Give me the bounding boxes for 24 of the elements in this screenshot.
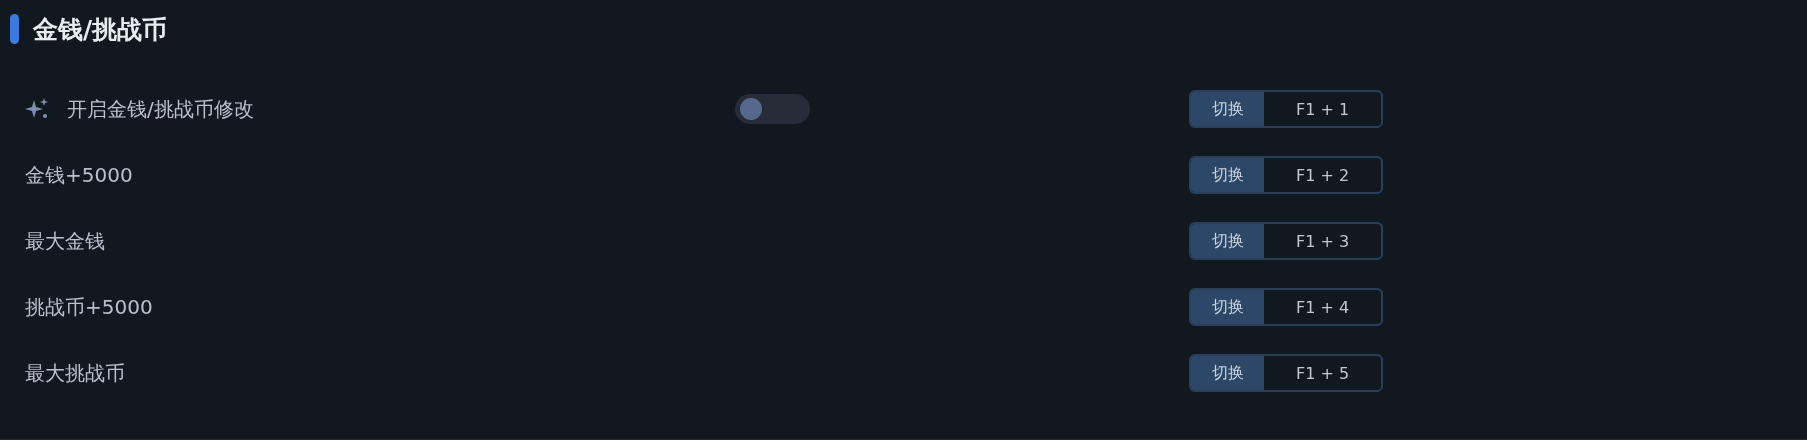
section-title: 金钱/挑战币 <box>33 13 168 46</box>
accent-bar <box>10 14 19 44</box>
option-label: 开启金钱/挑战币修改 <box>67 95 254 123</box>
hotkey-action: 切换 <box>1191 224 1264 258</box>
hotkey-keys: F1 + 4 <box>1264 290 1381 324</box>
hotkey-keys: F1 + 3 <box>1264 224 1381 258</box>
hotkey-action: 切换 <box>1191 92 1264 126</box>
option-label: 最大金钱 <box>25 227 105 255</box>
hotkey-control[interactable]: 切换 F1 + 1 <box>1189 90 1383 128</box>
hotkey-action: 切换 <box>1191 356 1264 390</box>
hotkey-keys: F1 + 5 <box>1264 356 1381 390</box>
hotkey-control[interactable]: 切换 F1 + 4 <box>1189 288 1383 326</box>
hotkey-keys: F1 + 1 <box>1264 92 1381 126</box>
hotkey-control[interactable]: 切换 F1 + 3 <box>1189 222 1383 260</box>
hotkey-control[interactable]: 切换 F1 + 5 <box>1189 354 1383 392</box>
toggle-switch[interactable] <box>735 94 810 124</box>
hotkey-action: 切换 <box>1191 158 1264 192</box>
option-label: 金钱+5000 <box>25 161 133 189</box>
hotkey-control[interactable]: 切换 F1 + 2 <box>1189 156 1383 194</box>
option-label: 挑战币+5000 <box>25 293 153 321</box>
option-label: 最大挑战币 <box>25 359 125 387</box>
hotkey-keys: F1 + 2 <box>1264 158 1381 192</box>
sparkle-icon <box>25 97 49 121</box>
hotkey-action: 切换 <box>1191 290 1264 324</box>
